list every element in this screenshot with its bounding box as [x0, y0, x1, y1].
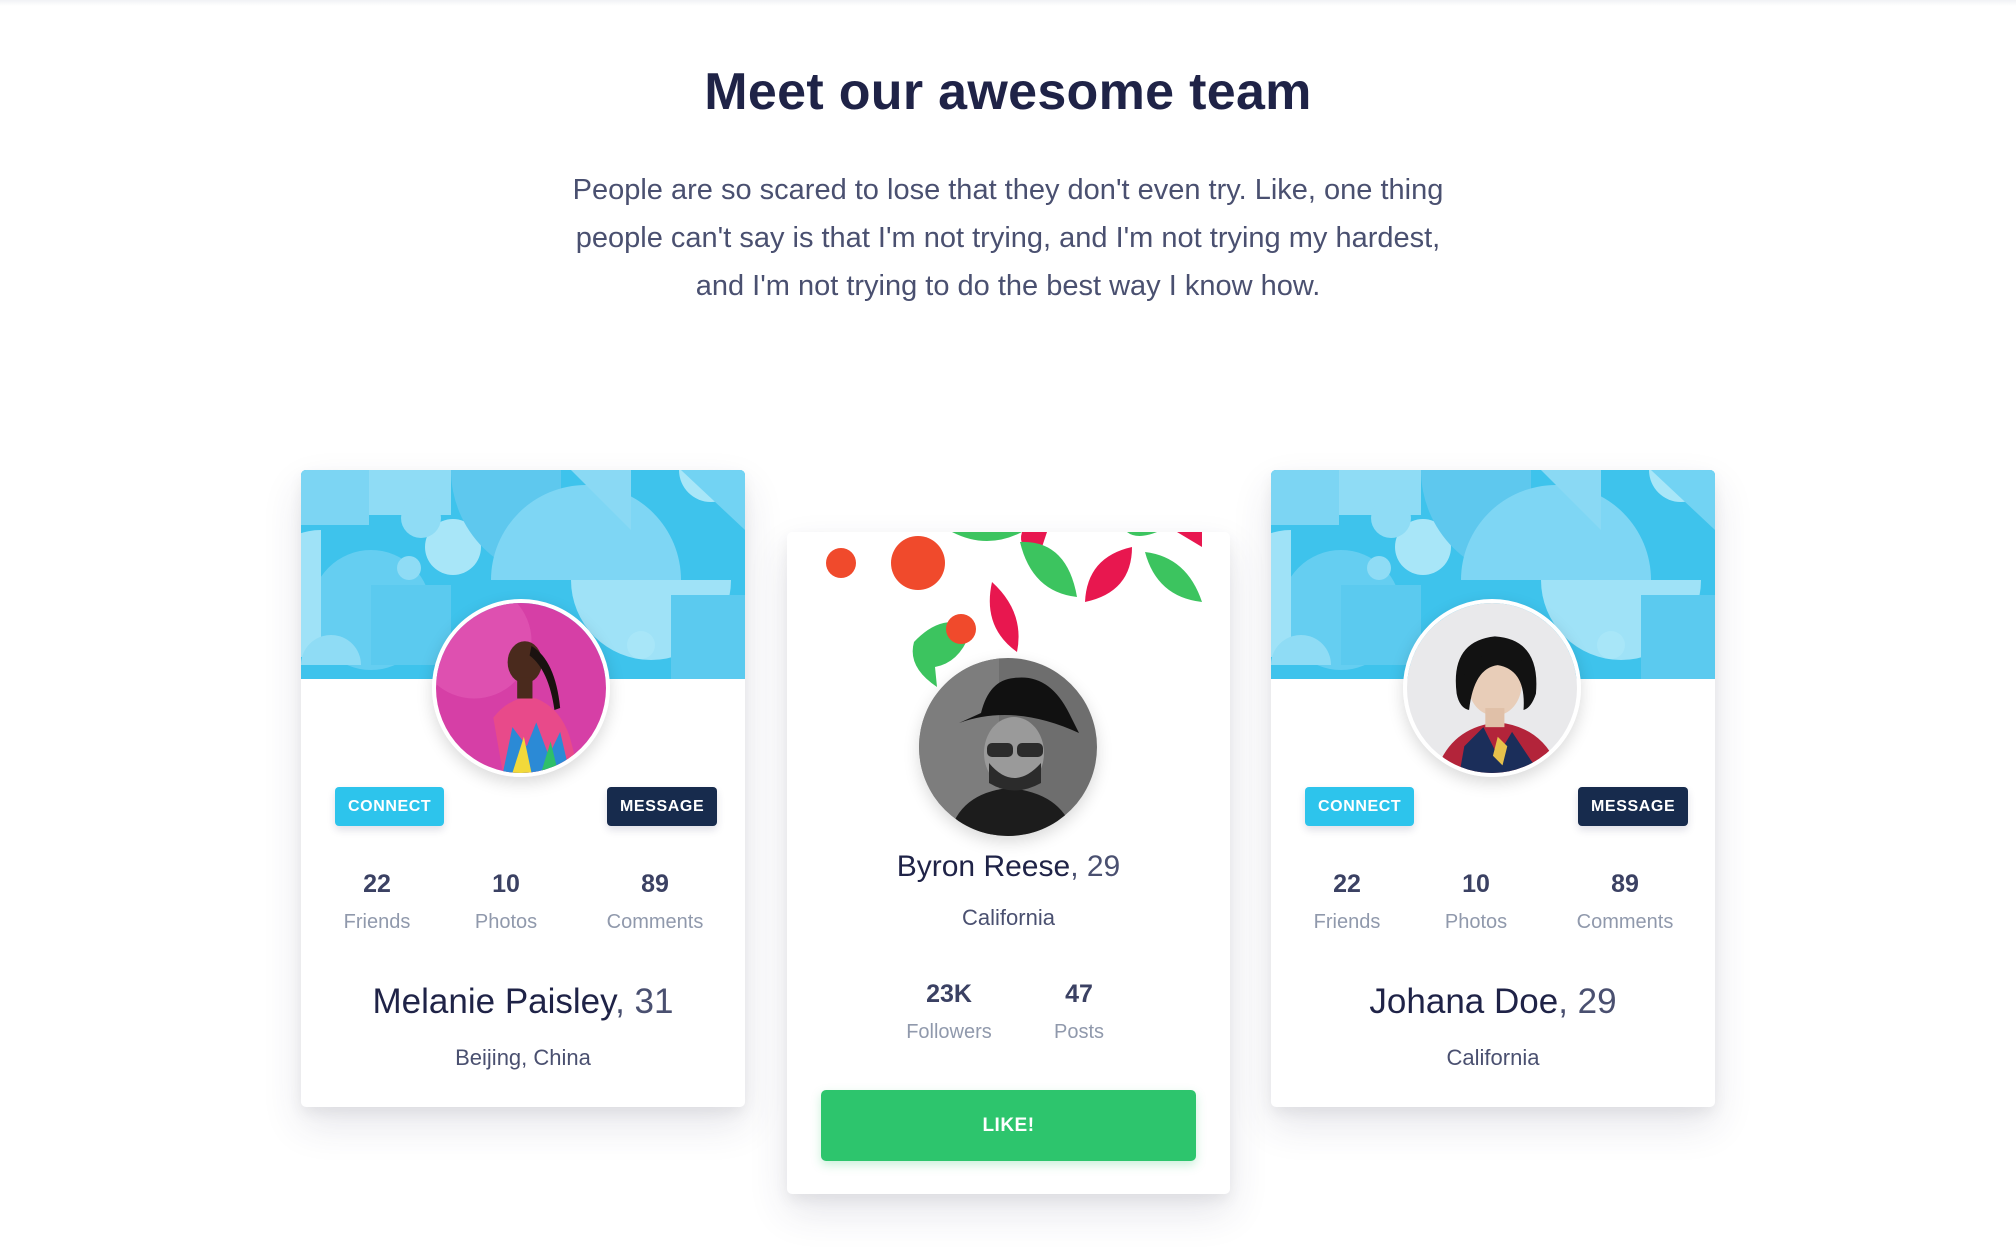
member-name: Byron Reese, 29	[787, 850, 1230, 884]
member-name-text: Byron Reese	[896, 850, 1071, 883]
stat-photos: 10 Photos	[466, 870, 546, 934]
member-age: , 29	[1070, 850, 1121, 883]
stat-label: Followers	[906, 1021, 992, 1043]
team-card-johana: CONNECT MESSAGE 22 Friends 10 Photos 89 …	[1271, 470, 1715, 1107]
member-location: Beijing, China	[455, 1045, 591, 1070]
stat-value: 47	[1065, 980, 1093, 1008]
member-location: California	[1446, 1045, 1540, 1070]
stat-value: 89	[1611, 870, 1639, 898]
stat-followers: 23K Followers	[899, 980, 999, 1044]
stat-value: 23K	[926, 980, 972, 1008]
profile-photo-man-hat-grayscale	[919, 658, 1097, 836]
member-age: , 31	[615, 982, 674, 1021]
team-card-byron: Byron Reese, 29 California 23K Followers…	[787, 532, 1230, 1194]
stat-value: 22	[363, 870, 391, 898]
stat-label: Photos	[474, 911, 538, 933]
stat-label: Photos	[1444, 911, 1508, 933]
member-name: Johana Doe, 29	[1271, 982, 1715, 1022]
section-lead: People are so scared to lose that they d…	[572, 174, 1444, 302]
like-button[interactable]: LIKE!	[821, 1090, 1196, 1161]
top-divider	[0, 0, 2016, 6]
stat-friends: 22 Friends	[1307, 870, 1387, 934]
member-name: Melanie Paisley, 31	[301, 982, 745, 1022]
connect-button[interactable]: CONNECT	[335, 787, 445, 826]
stat-label: Friends	[1313, 911, 1381, 933]
member-name-text: Johana Doe	[1369, 982, 1559, 1021]
stat-label: Posts	[1053, 1021, 1105, 1043]
stat-comments: 89 Comments	[595, 870, 715, 934]
member-location: California	[962, 905, 1055, 930]
profile-photo-woman-black-bob	[1407, 603, 1577, 773]
stat-value: 10	[1462, 870, 1490, 898]
profile-photo-woman-pink-background	[436, 603, 606, 773]
stat-comments: 89 Comments	[1565, 870, 1685, 934]
team-section: Meet our awesome team People are so scar…	[0, 0, 2016, 1252]
stat-label: Comments	[606, 911, 704, 933]
stat-friends: 22 Friends	[337, 870, 417, 934]
message-button[interactable]: MESSAGE	[607, 787, 718, 826]
member-age: , 29	[1558, 982, 1617, 1021]
avatar[interactable]	[1403, 599, 1581, 777]
stat-photos: 10 Photos	[1436, 870, 1516, 934]
section-title: Meet our awesome team	[704, 63, 1312, 121]
connect-button[interactable]: CONNECT	[1305, 787, 1415, 826]
stat-value: 10	[492, 870, 520, 898]
avatar[interactable]	[919, 658, 1097, 836]
stat-posts: 47 Posts	[1029, 980, 1129, 1044]
avatar[interactable]	[432, 599, 610, 777]
stat-label: Friends	[343, 911, 411, 933]
stat-label: Comments	[1576, 911, 1674, 933]
message-button[interactable]: MESSAGE	[1578, 787, 1689, 826]
member-name-text: Melanie Paisley	[372, 982, 616, 1021]
stat-value: 22	[1333, 870, 1361, 898]
team-card-melanie: CONNECT MESSAGE 22 Friends 10 Photos 89 …	[301, 470, 745, 1107]
stat-value: 89	[641, 870, 669, 898]
